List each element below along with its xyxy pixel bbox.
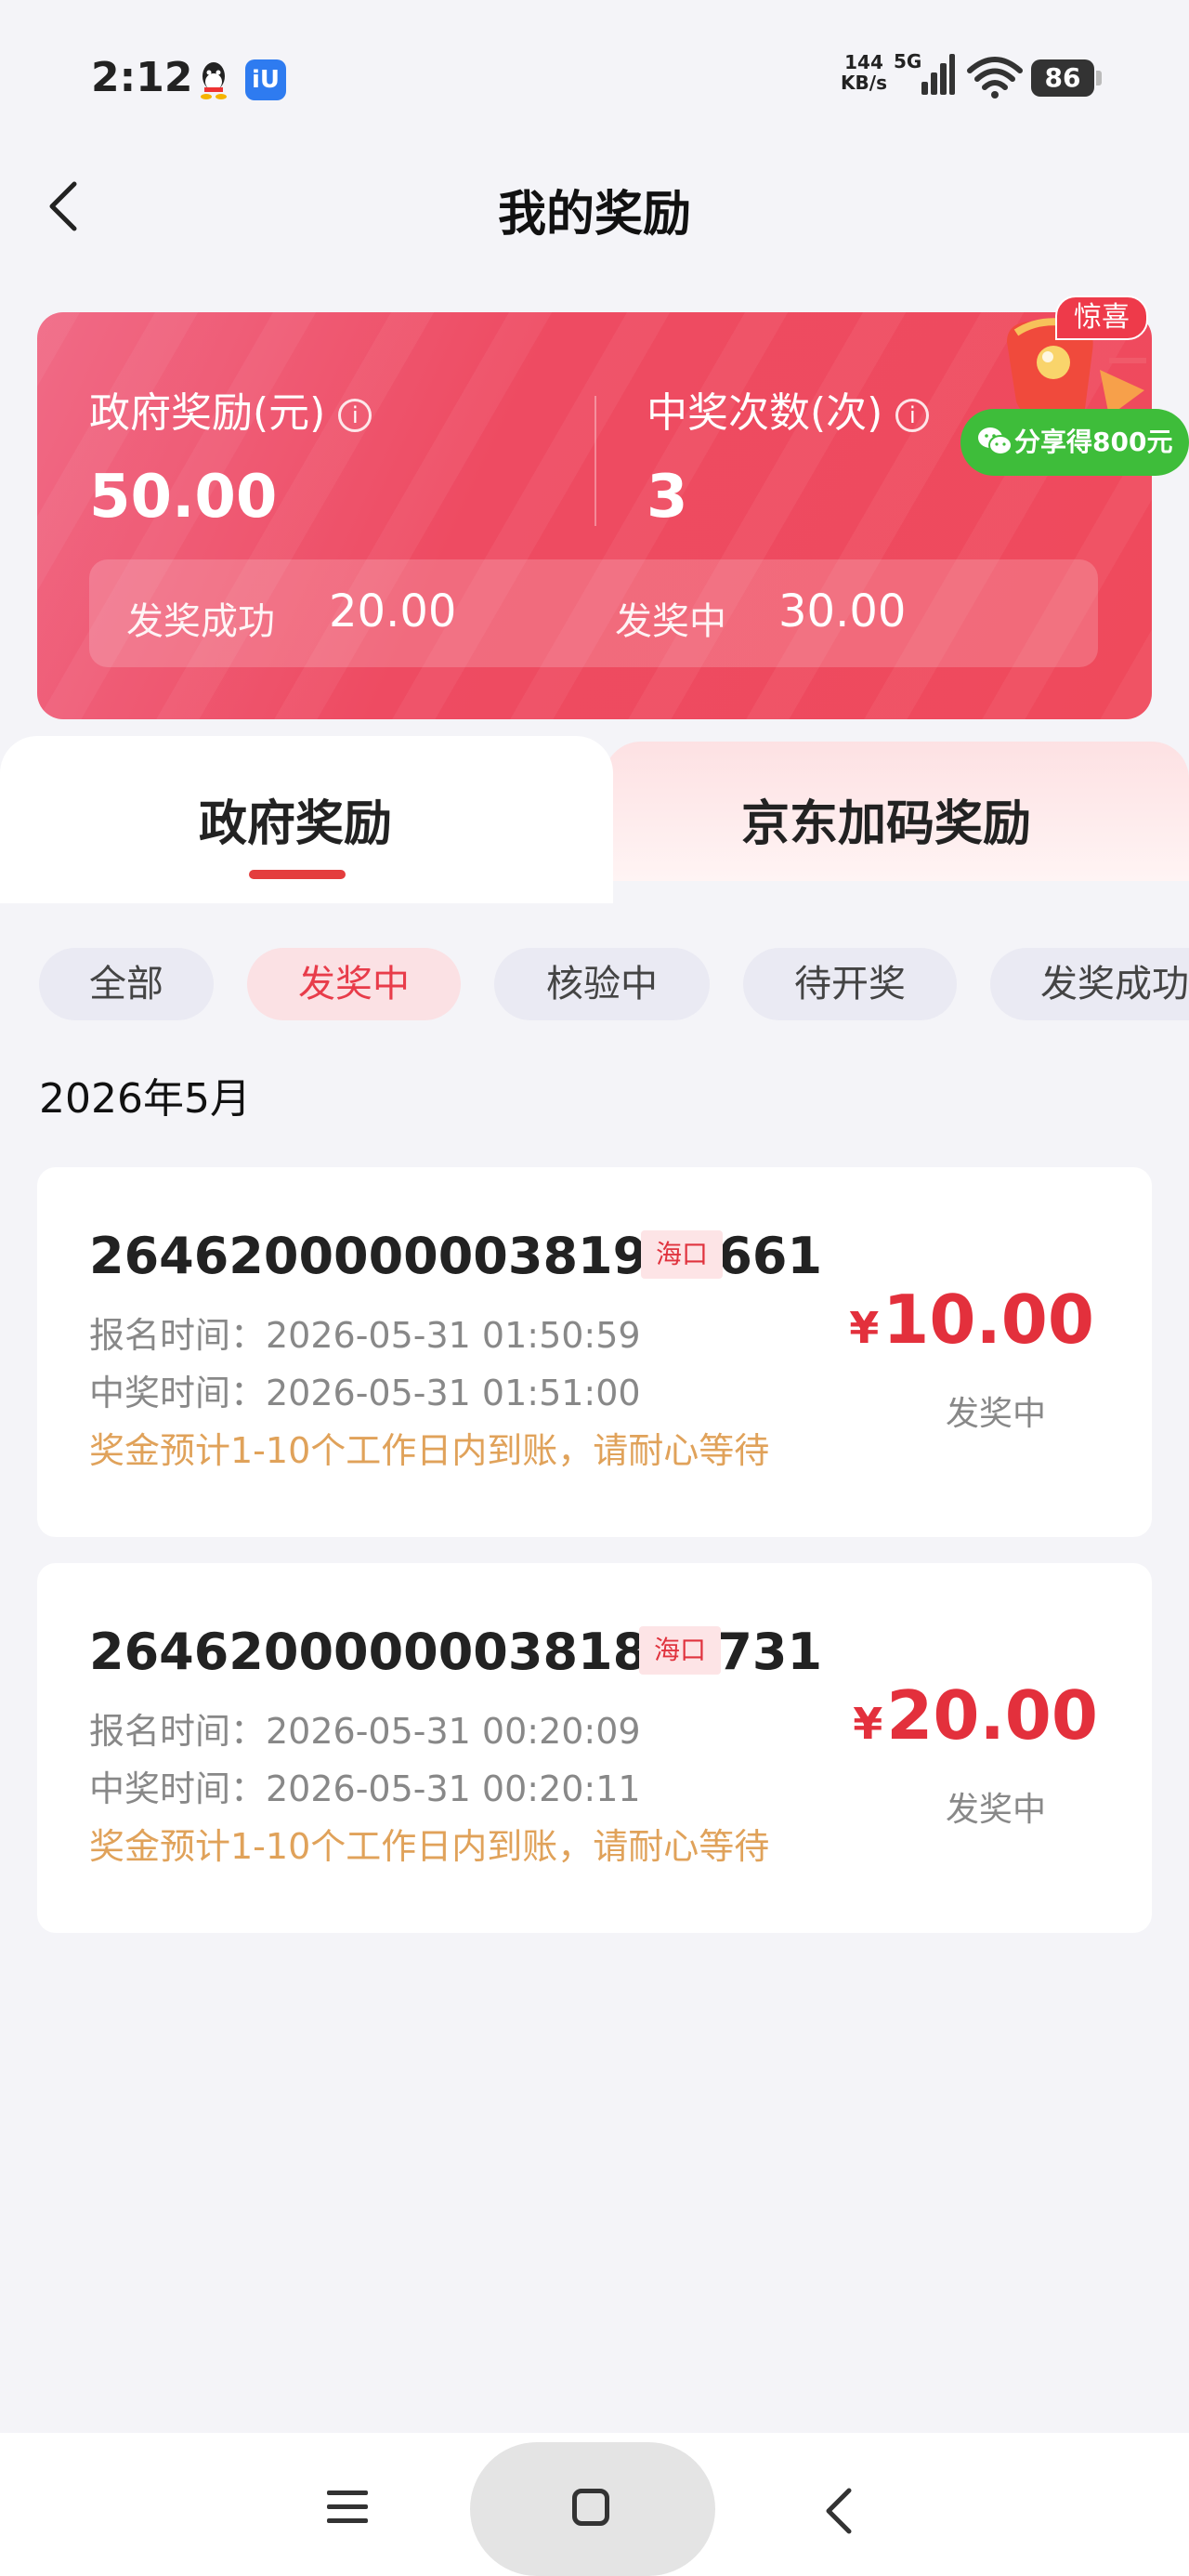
reward-amount: ¥10.00: [849, 1281, 1094, 1359]
gov-reward-label-row: 政府奖励(元) i: [89, 379, 372, 439]
info-icon[interactable]: i: [895, 399, 930, 432]
status-time: 2:12: [91, 54, 193, 101]
signal-icon: [921, 54, 955, 95]
tab-jd-bonus[interactable]: 京东加码奖励: [604, 742, 1189, 881]
tab-gov-reward[interactable]: 政府奖励: [0, 736, 613, 903]
paying-label: 发奖中: [615, 600, 726, 643]
qq-icon: [201, 62, 227, 99]
network-speed-unit: KB/s: [841, 72, 887, 94]
reward-summary-card: 政府奖励(元) i 50.00 中奖次数(次) i 3 发奖成功 20.00 发奖中…: [37, 312, 1152, 719]
promo-tag: 惊喜: [1055, 296, 1148, 340]
stat-divider: [594, 396, 596, 526]
wechat-icon: [978, 427, 1013, 455]
record-status: 发奖中: [945, 1791, 1046, 1829]
win-time: 中奖时间：2026-05-31 00:20:11: [89, 1768, 641, 1809]
paying-value: 30.00: [778, 585, 907, 637]
share-button[interactable]: 分享得800元: [960, 409, 1189, 476]
filter-all[interactable]: 全部: [39, 948, 214, 1020]
amount-value: 20.00: [886, 1676, 1098, 1755]
menu-icon[interactable]: [327, 2489, 368, 2526]
app-icon: iU: [245, 59, 286, 100]
page-title: 我的奖励: [497, 187, 691, 243]
network-speed-value: 144: [844, 51, 883, 73]
filter-pending-draw[interactable]: 待开奖: [743, 948, 957, 1020]
share-button-label: 分享得800元: [1014, 427, 1173, 457]
reward-amount: ¥20.00: [853, 1676, 1098, 1755]
reward-record[interactable]: 264620000000381806731 海口 报名时间：2026-05-31…: [37, 1563, 1152, 1933]
reward-tabs: 京东加码奖励 政府奖励: [0, 736, 1189, 903]
filter-paying[interactable]: 发奖中: [247, 948, 461, 1020]
record-status: 发奖中: [945, 1395, 1046, 1433]
signup-time: 报名时间：2026-05-31 01:50:59: [89, 1315, 641, 1356]
win-count-value: 3: [647, 463, 688, 532]
home-button[interactable]: [470, 2442, 715, 2576]
month-header: 2026年5月: [39, 1075, 251, 1123]
filter-paid[interactable]: 发奖成功: [990, 948, 1189, 1020]
currency-symbol: ¥: [849, 1303, 880, 1353]
tab-label: 京东加码奖励: [741, 796, 1032, 852]
battery-icon: 86: [1031, 59, 1102, 97]
signup-time: 报名时间：2026-05-31 00:20:09: [89, 1711, 641, 1752]
win-time: 中奖时间：2026-05-31 01:51:00: [89, 1373, 641, 1413]
win-count-label-row: 中奖次数(次) i: [647, 379, 930, 439]
network-speed: 144 KB/s: [836, 52, 892, 93]
gov-reward-value: 50.00: [89, 463, 278, 532]
paid-value: 20.00: [329, 585, 457, 637]
reward-record[interactable]: 264620000000381963661 海口 报名时间：2026-05-31…: [37, 1167, 1152, 1537]
home-icon: [572, 2489, 609, 2526]
payout-note: 奖金预计1-10个工作日内到账，请耐心等待: [89, 1430, 770, 1471]
city-badge: 海口: [639, 1626, 722, 1675]
info-icon[interactable]: i: [338, 399, 372, 432]
filter-verifying[interactable]: 核验中: [494, 948, 710, 1020]
tab-active-indicator: [249, 870, 346, 879]
tab-label: 政府奖励: [199, 796, 393, 852]
back-icon[interactable]: [821, 2485, 858, 2537]
payout-status-strip: 发奖成功 20.00 发奖中 30.00: [89, 559, 1098, 667]
paid-label: 发奖成功: [126, 600, 275, 643]
status-bar: 2:12 iU 144 KB/s 5G 86: [0, 0, 1189, 158]
payout-note: 奖金预计1-10个工作日内到账，请耐心等待: [89, 1826, 770, 1867]
gov-reward-label: 政府奖励(元): [89, 389, 326, 437]
system-nav-bar: [0, 2433, 1189, 2576]
wifi-icon: [967, 57, 1023, 99]
win-count-label: 中奖次数(次): [647, 389, 883, 437]
currency-symbol: ¥: [853, 1699, 883, 1749]
city-badge: 海口: [641, 1230, 724, 1279]
amount-value: 10.00: [882, 1281, 1094, 1359]
